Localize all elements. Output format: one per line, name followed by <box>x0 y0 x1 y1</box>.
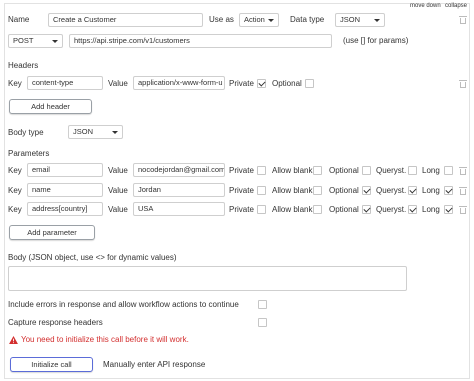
move-down-link[interactable]: move down <box>410 3 441 9</box>
param-value-input[interactable]: nocodejordan@gmail.com <box>133 163 225 177</box>
name-label: Name <box>8 15 30 24</box>
param-private-checkbox[interactable] <box>257 205 266 214</box>
capture-headers-label: Capture response headers <box>8 318 103 327</box>
warning-icon <box>9 336 18 344</box>
add-header-button[interactable]: Add header <box>9 99 92 114</box>
param-long-label: Long <box>422 205 440 214</box>
headers-title: Headers <box>8 61 39 70</box>
param-queryst-checkbox[interactable] <box>408 186 417 195</box>
param-long-checkbox[interactable] <box>444 186 453 195</box>
header-optional-label: Optional <box>272 79 302 88</box>
header-key-input[interactable]: content-type <box>27 76 103 90</box>
api-call-panel: move down collapse Name Create a Custome… <box>4 3 470 379</box>
param-value-input[interactable]: Jordan <box>133 183 225 197</box>
param-long-checkbox[interactable] <box>444 205 453 214</box>
param-key-label: Key <box>8 166 22 175</box>
header-value-label: Value <box>108 79 128 88</box>
param-queryst-label: Queryst. <box>376 205 407 214</box>
header-optional-checkbox[interactable] <box>305 79 314 88</box>
body-type-value: JSON <box>73 127 94 136</box>
collapse-link[interactable]: collapse <box>445 3 467 9</box>
use-as-select[interactable]: Action <box>239 13 279 27</box>
chevron-down-icon <box>268 19 274 22</box>
body-label: Body (JSON object, use <> for dynamic va… <box>8 253 177 262</box>
param-private-checkbox[interactable] <box>257 166 266 175</box>
param-private-checkbox[interactable] <box>257 186 266 195</box>
param-value-label: Value <box>108 205 128 214</box>
param-allow-blank-checkbox[interactable] <box>313 166 322 175</box>
chevron-down-icon <box>112 131 118 134</box>
initialize-warning-text: You need to initialize this call before … <box>21 335 189 344</box>
param-key-label: Key <box>8 186 22 195</box>
capture-headers-checkbox[interactable] <box>258 318 267 327</box>
param-allow-blank-checkbox[interactable] <box>313 205 322 214</box>
param-queryst-label: Queryst. <box>376 166 407 175</box>
param-value-label: Value <box>108 186 128 195</box>
manually-enter-response-link[interactable]: Manually enter API response <box>103 359 205 371</box>
param-queryst-checkbox[interactable] <box>408 205 417 214</box>
params-hint: (use [] for params) <box>343 36 409 45</box>
http-method-value: POST <box>13 36 34 45</box>
body-type-label: Body type <box>8 128 44 137</box>
param-key-label: Key <box>8 205 22 214</box>
delete-call-icon[interactable] <box>459 16 467 24</box>
param-private-label: Private <box>229 186 254 195</box>
header-value-input[interactable]: application/x-www-form-u <box>133 76 225 90</box>
param-optional-checkbox[interactable] <box>362 205 371 214</box>
param-optional-label: Optional <box>329 205 359 214</box>
header-private-label: Private <box>229 79 254 88</box>
param-optional-label: Optional <box>329 186 359 195</box>
header-key-label: Key <box>8 79 22 88</box>
param-private-label: Private <box>229 205 254 214</box>
param-value-label: Value <box>108 166 128 175</box>
param-key-input[interactable]: email <box>27 163 103 177</box>
param-optional-checkbox[interactable] <box>362 186 371 195</box>
header-private-checkbox[interactable] <box>257 79 266 88</box>
param-allow-blank-checkbox[interactable] <box>313 186 322 195</box>
use-as-value: Action <box>244 15 265 24</box>
param-key-input[interactable]: address[country] <box>27 202 103 216</box>
param-optional-checkbox[interactable] <box>362 166 371 175</box>
use-as-label: Use as <box>209 15 234 24</box>
param-long-checkbox[interactable] <box>444 166 453 175</box>
add-parameter-button[interactable]: Add parameter <box>9 225 95 240</box>
call-name-input[interactable]: Create a Customer <box>48 13 203 27</box>
param-queryst-checkbox[interactable] <box>408 166 417 175</box>
body-type-select[interactable]: JSON <box>68 125 123 139</box>
include-errors-label: Include errors in response and allow wor… <box>8 300 239 309</box>
chevron-down-icon <box>374 19 380 22</box>
initialize-call-button[interactable]: Initialize call <box>10 357 93 372</box>
chevron-down-icon <box>52 40 58 43</box>
param-key-input[interactable]: name <box>27 183 103 197</box>
delete-parameter-icon[interactable] <box>459 206 467 214</box>
param-queryst-label: Queryst. <box>376 186 407 195</box>
param-value-input[interactable]: USA <box>133 202 225 216</box>
param-allow-blank-label: Allow blank <box>272 205 313 214</box>
param-long-label: Long <box>422 186 440 195</box>
param-long-label: Long <box>422 166 440 175</box>
url-input[interactable]: https://api.stripe.com/v1/customers <box>69 34 332 48</box>
data-type-label: Data type <box>290 15 325 24</box>
body-json-textarea[interactable] <box>8 266 407 291</box>
delete-parameter-icon[interactable] <box>459 167 467 175</box>
http-method-select[interactable]: POST <box>8 34 63 48</box>
data-type-value: JSON <box>340 15 361 24</box>
delete-parameter-icon[interactable] <box>459 187 467 195</box>
param-private-label: Private <box>229 166 254 175</box>
parameters-title: Parameters <box>8 149 50 158</box>
param-optional-label: Optional <box>329 166 359 175</box>
delete-header-icon[interactable] <box>459 80 467 88</box>
param-allow-blank-label: Allow blank <box>272 186 313 195</box>
data-type-select[interactable]: JSON <box>335 13 385 27</box>
include-errors-checkbox[interactable] <box>258 300 267 309</box>
param-allow-blank-label: Allow blank <box>272 166 313 175</box>
